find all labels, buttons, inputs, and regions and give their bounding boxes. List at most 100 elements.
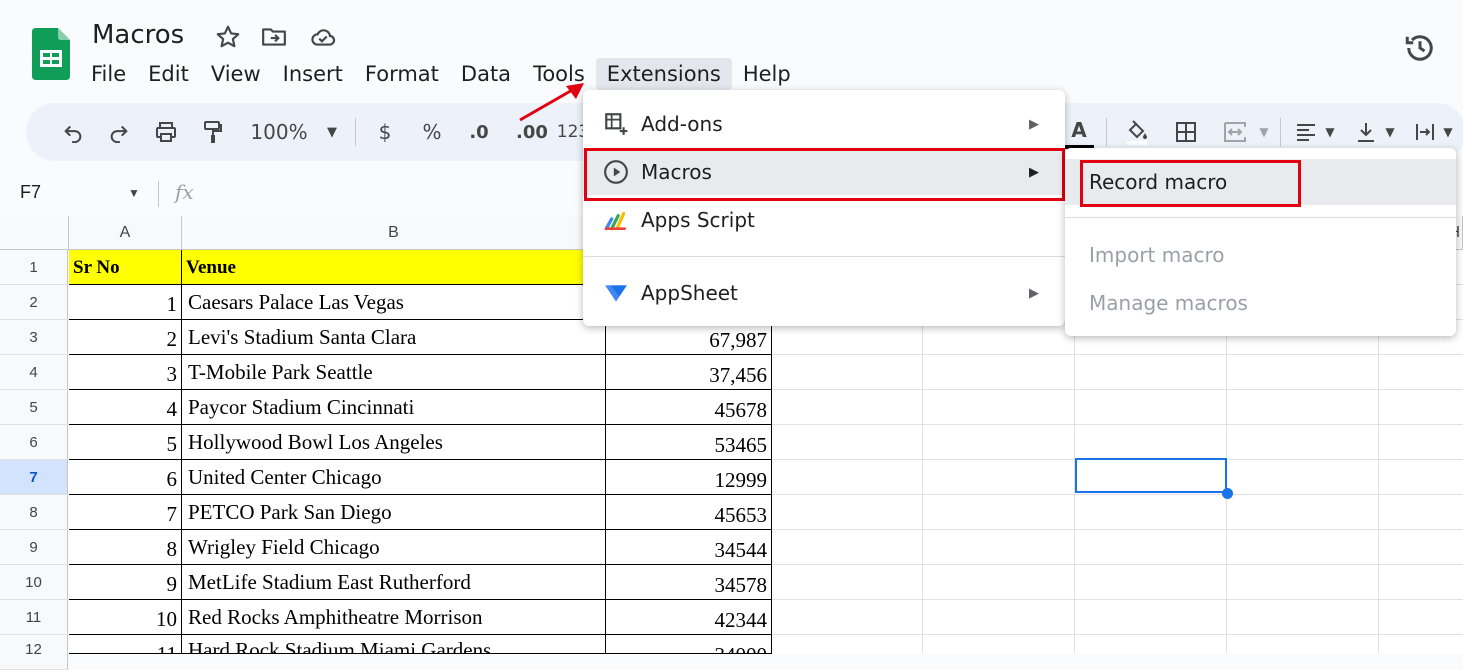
cell-venue[interactable]: Red Rocks Amphitheatre Morrison: [182, 600, 606, 635]
cell-sr[interactable]: 3: [69, 355, 182, 390]
name-box-dropdown-icon[interactable]: ▼: [128, 186, 140, 200]
cell-b1[interactable]: Venue: [182, 250, 606, 285]
row-header[interactable]: 8: [0, 495, 68, 530]
merge-dropdown-icon[interactable]: ▼: [1256, 115, 1272, 149]
fill-color-icon[interactable]: [1122, 115, 1152, 149]
row-header[interactable]: 9: [0, 530, 68, 565]
menu-format[interactable]: Format: [354, 58, 450, 90]
cell-venue[interactable]: United Center Chicago: [182, 460, 606, 495]
row-header-selected[interactable]: 7: [0, 460, 68, 495]
menu-help[interactable]: Help: [732, 58, 802, 90]
undo-icon[interactable]: [58, 115, 88, 149]
wrap-dropdown-icon[interactable]: ▼: [1440, 115, 1456, 149]
cell-value[interactable]: 45653: [606, 495, 772, 530]
decrease-decimal-button[interactable]: .0: [462, 115, 496, 149]
cell-sr[interactable]: 10: [69, 600, 182, 635]
format-percent-button[interactable]: %: [418, 115, 446, 149]
cell-sr[interactable]: 8: [69, 530, 182, 565]
cell-venue[interactable]: Hard Rock Stadium Miami Gardens: [182, 635, 606, 654]
zoom-select[interactable]: 100%: [246, 115, 312, 149]
borders-icon[interactable]: [1171, 115, 1201, 149]
text-color-button[interactable]: A: [1064, 115, 1094, 149]
cell-venue[interactable]: PETCO Park San Diego: [182, 495, 606, 530]
menu-data[interactable]: Data: [450, 58, 522, 90]
align-dropdown-icon[interactable]: ▼: [1322, 115, 1338, 149]
zoom-dropdown-icon[interactable]: ▼: [322, 115, 342, 149]
cell-venue[interactable]: Paycor Stadium Cincinnati: [182, 390, 606, 425]
cell-sr[interactable]: 7: [69, 495, 182, 530]
menu-file[interactable]: File: [80, 58, 137, 90]
menu-view[interactable]: View: [200, 58, 272, 90]
format-currency-button[interactable]: $: [372, 115, 398, 149]
vertical-align-icon[interactable]: [1352, 115, 1380, 149]
cell-sr[interactable]: 5: [69, 425, 182, 460]
row-header[interactable]: 12: [0, 635, 68, 670]
cell-value[interactable]: 53465: [606, 425, 772, 460]
row-header[interactable]: 1: [0, 250, 68, 285]
name-box[interactable]: F7: [20, 182, 41, 203]
row-header[interactable]: 2: [0, 285, 68, 320]
cell-sr[interactable]: 2: [69, 320, 182, 355]
cell-value[interactable]: 34000: [606, 635, 772, 654]
row-header[interactable]: 4: [0, 355, 68, 390]
cell-value[interactable]: 34544: [606, 530, 772, 565]
submenu-arrow-icon: ▶: [1029, 116, 1039, 132]
cell-value[interactable]: 12999: [606, 460, 772, 495]
menu-item-appsheet[interactable]: AppSheet ▶: [583, 270, 1065, 316]
cell-venue[interactable]: Hollywood Bowl Los Angeles: [182, 425, 606, 460]
cell-venue[interactable]: Levi's Stadium Santa Clara: [182, 320, 606, 355]
menu-item-label: AppSheet: [641, 281, 738, 305]
select-all-corner[interactable]: [0, 216, 69, 250]
row-header[interactable]: 6: [0, 425, 68, 460]
cell-venue[interactable]: Caesars Palace Las Vegas: [182, 285, 606, 320]
valign-dropdown-icon[interactable]: ▼: [1382, 115, 1398, 149]
horizontal-align-icon[interactable]: [1292, 115, 1320, 149]
cell-value[interactable]: 34578: [606, 565, 772, 600]
menu-item-label: Manage macros: [1089, 291, 1248, 315]
column-header-a[interactable]: A: [69, 216, 182, 250]
cell-sr[interactable]: 4: [69, 390, 182, 425]
row-header[interactable]: 5: [0, 390, 68, 425]
paint-format-icon[interactable]: [198, 115, 228, 149]
menu-item-add-ons[interactable]: Add-ons ▶: [583, 101, 1065, 147]
cell-value[interactable]: 45678: [606, 390, 772, 425]
menu-item-import-macro[interactable]: Import macro: [1065, 232, 1456, 278]
menu-divider: [583, 256, 1065, 257]
menu-edit[interactable]: Edit: [137, 58, 200, 90]
star-icon[interactable]: [215, 24, 241, 50]
active-cell-f7[interactable]: [1075, 458, 1227, 493]
print-icon[interactable]: [150, 115, 182, 149]
cell-venue[interactable]: Wrigley Field Chicago: [182, 530, 606, 565]
fx-icon: fx: [175, 180, 194, 204]
row-header[interactable]: 3: [0, 320, 68, 355]
cell-sr[interactable]: 1: [69, 285, 182, 320]
menu-item-label: Apps Script: [641, 208, 755, 232]
annotation-highlight-macros: [584, 148, 1065, 201]
row-header[interactable]: 11: [0, 600, 68, 635]
cell-venue[interactable]: MetLife Stadium East Rutherford: [182, 565, 606, 600]
cell-venue[interactable]: T-Mobile Park Seattle: [182, 355, 606, 390]
merge-cells-icon[interactable]: [1220, 115, 1250, 149]
redo-icon[interactable]: [104, 115, 134, 149]
menu-insert[interactable]: Insert: [272, 58, 354, 90]
menu-item-apps-script[interactable]: Apps Script: [583, 197, 1065, 243]
version-history-icon[interactable]: [1402, 30, 1438, 66]
toolbar-divider: [1106, 118, 1107, 146]
cell-value[interactable]: 42344: [606, 600, 772, 635]
row-header[interactable]: 10: [0, 565, 68, 600]
cell-a1[interactable]: Sr No: [69, 250, 182, 285]
move-to-folder-icon[interactable]: [261, 24, 287, 50]
menu-extensions[interactable]: Extensions: [595, 58, 732, 90]
cell-sr[interactable]: 9: [69, 565, 182, 600]
document-title[interactable]: Macros: [92, 20, 184, 50]
cloud-saved-icon[interactable]: [309, 24, 336, 50]
annotation-highlight-record-macro: [1080, 160, 1301, 207]
column-header-b[interactable]: B: [182, 216, 606, 250]
cell-sr[interactable]: 11: [69, 635, 182, 654]
menu-item-manage-macros[interactable]: Manage macros: [1065, 280, 1456, 326]
cell-sr[interactable]: 6: [69, 460, 182, 495]
text-wrapping-icon[interactable]: [1412, 115, 1438, 149]
cell-value[interactable]: 37,456: [606, 355, 772, 390]
fill-handle[interactable]: [1222, 488, 1233, 499]
google-sheets-logo[interactable]: [32, 28, 70, 80]
